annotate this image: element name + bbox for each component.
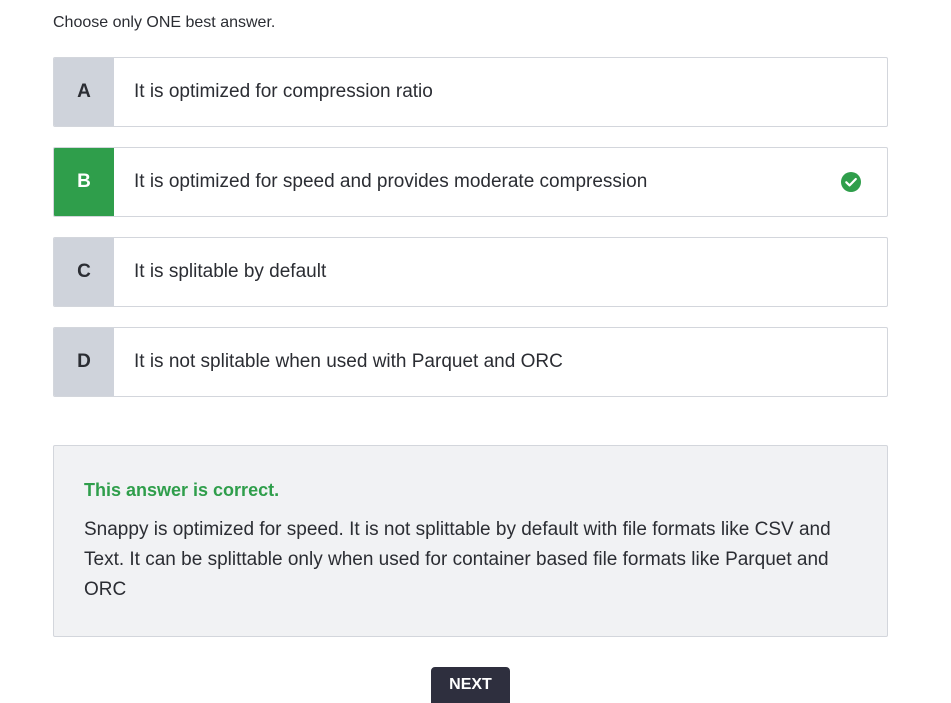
feedback-title: This answer is correct. — [84, 480, 280, 500]
option-letter: D — [54, 328, 114, 396]
instruction-text: Choose only ONE best answer. — [53, 14, 276, 31]
option-a[interactable]: A It is optimized for compression ratio — [53, 57, 888, 127]
option-letter: B — [54, 148, 114, 216]
option-b[interactable]: B It is optimized for speed and provides… — [53, 147, 888, 217]
quiz-page: Choose only ONE best answer. A It is opt… — [0, 0, 951, 703]
option-d[interactable]: D It is not splitable when used with Par… — [53, 327, 888, 397]
option-c[interactable]: C It is splitable by default — [53, 237, 888, 307]
option-text: It is optimized for compression ratio — [134, 81, 433, 102]
option-text: It is not splitable when used with Parqu… — [134, 351, 563, 372]
answer-options: A It is optimized for compression ratio … — [53, 57, 888, 417]
feedback-panel: This answer is correct. Snappy is optimi… — [53, 445, 888, 637]
option-letter: C — [54, 238, 114, 306]
option-letter: A — [54, 58, 114, 126]
option-text: It is splitable by default — [134, 261, 327, 282]
feedback-explanation: Snappy is optimized for speed. It is not… — [84, 519, 831, 600]
check-circle-icon — [841, 148, 863, 216]
next-button[interactable]: NEXT — [431, 667, 510, 703]
option-text: It is optimized for speed and provides m… — [134, 171, 648, 192]
